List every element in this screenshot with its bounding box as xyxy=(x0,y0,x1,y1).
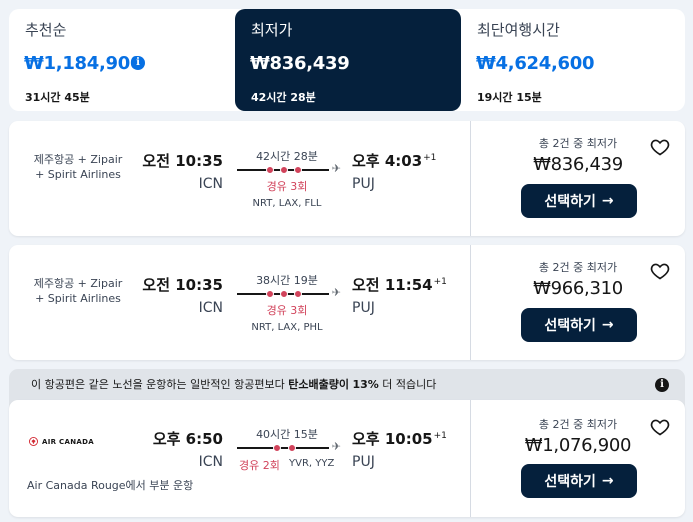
heart-icon[interactable] xyxy=(650,137,670,157)
airline-name: AIR CANADA xyxy=(42,437,94,446)
departure-airport: ICN xyxy=(198,176,223,192)
operated-by-note: Air Canada Rouge에서 부분 운항 xyxy=(27,479,194,492)
flight-result-card[interactable]: 제주항공 + Zipair + Spirit Airlines 오전 10:35… xyxy=(9,121,685,236)
sort-tab-label: 추천순 xyxy=(25,21,67,39)
plane-icon: ✈ xyxy=(331,440,341,453)
flight-result-card[interactable]: 제주항공 + Zipair + Spirit Airlines 오전 10:35… xyxy=(9,245,685,360)
arrival-airport: PUJ xyxy=(352,300,375,316)
stopover-airports: NRT, LAX, FLL xyxy=(252,198,322,209)
sort-tabs: 추천순 ₩1,184,900 i 31시간 45분 최저가 ₩836,439 4… xyxy=(9,9,685,111)
arrival-airport: PUJ xyxy=(352,176,375,192)
departure-time: 오전 10:35 xyxy=(142,276,223,294)
info-icon[interactable]: i xyxy=(131,56,145,70)
eco-text-after: 더 적습니다 xyxy=(378,378,437,391)
arrival-airport: PUJ xyxy=(352,454,375,470)
stops-count: 경유 3회 xyxy=(266,304,308,317)
select-button-label: 선택하기 xyxy=(544,194,596,210)
select-button-label: 선택하기 xyxy=(544,474,596,490)
arrival-time: 오후 4:03+1 xyxy=(352,150,436,171)
route-line: ✈ xyxy=(237,286,341,299)
arrow-right-icon: → xyxy=(601,317,614,333)
arrival-time-text: 오후 4:03 xyxy=(352,152,423,170)
departure-airport: ICN xyxy=(198,300,223,316)
stopover-airports: NRT, LAX, PHL xyxy=(251,322,323,333)
arrival-day-offset: +1 xyxy=(433,277,447,287)
arrival-time-text: 오후 10:05 xyxy=(352,430,433,448)
departure-airport: ICN xyxy=(198,454,223,470)
stop-dot xyxy=(280,166,289,174)
arrival-time: 오후 10:05+1 xyxy=(352,428,447,449)
flight-duration: 40시간 15분 xyxy=(256,428,318,441)
eco-banner-text: 이 항공편은 같은 노선을 운항하는 일반적인 항공편보다 탄소배출량이 13%… xyxy=(31,376,436,392)
select-button[interactable]: 선택하기 → xyxy=(521,308,637,342)
eco-text-before: 이 항공편은 같은 노선을 운항하는 일반적인 항공편보다 xyxy=(31,378,289,391)
maple-leaf-icon xyxy=(29,437,38,446)
arrow-right-icon: → xyxy=(601,193,614,209)
airline-names: 제주항공 + Zipair + Spirit Airlines xyxy=(27,271,129,305)
stop-dot xyxy=(266,166,275,174)
arrival-day-offset: +1 xyxy=(423,153,437,163)
arrival-time-text: 오전 11:54 xyxy=(352,276,433,294)
arrow-right-icon: → xyxy=(601,473,614,489)
select-button[interactable]: 선택하기 → xyxy=(521,184,637,218)
eco-percent: 13% xyxy=(352,378,379,391)
airline-names: 제주항공 + Zipair + Spirit Airlines xyxy=(27,147,129,181)
airline-name-line: + Spirit Airlines xyxy=(35,168,121,181)
stopover-airports: YVR, YYZ xyxy=(289,458,335,469)
stop-dot xyxy=(266,290,275,298)
heart-icon[interactable] xyxy=(650,417,670,437)
flight-duration: 38시간 19분 xyxy=(256,274,318,287)
sort-tab-label: 최단여행시간 xyxy=(477,21,560,39)
departure-time: 오후 6:50 xyxy=(152,430,223,448)
route-line: ✈ xyxy=(237,162,341,175)
select-button-label: 선택하기 xyxy=(544,318,596,334)
departure-time: 오전 10:35 xyxy=(142,152,223,170)
info-icon[interactable]: i xyxy=(655,378,669,392)
plane-icon: ✈ xyxy=(331,286,341,299)
select-button[interactable]: 선택하기 → xyxy=(521,464,637,498)
arrival-time: 오전 11:54+1 xyxy=(352,274,447,295)
arrival-day-offset: +1 xyxy=(433,431,447,441)
sort-tab-recommended[interactable]: 추천순 ₩1,184,900 i 31시간 45분 xyxy=(9,9,235,111)
sort-tab-label: 최저가 xyxy=(251,21,293,39)
stops-count: 경유 2회 xyxy=(239,459,280,472)
heart-icon[interactable] xyxy=(650,261,670,281)
flight-duration: 42시간 28분 xyxy=(256,150,318,163)
route-line: ✈ xyxy=(237,440,341,453)
sort-tab-cheapest[interactable]: 최저가 ₩836,439 42시간 28분 xyxy=(235,9,461,111)
flight-result-card[interactable]: AIR CANADA Air Canada Rouge에서 부분 운항 오후 6… xyxy=(9,400,685,517)
sort-tab-duration: 31시간 45분 xyxy=(25,91,90,104)
plane-icon: ✈ xyxy=(331,162,341,175)
stop-dot xyxy=(272,444,281,452)
eco-highlight: 탄소배출량이 xyxy=(288,378,349,391)
stop-dot xyxy=(287,444,296,452)
stops-count: 경유 3회 xyxy=(266,180,308,193)
sort-tab-price: ₩4,624,600 xyxy=(476,53,595,74)
stop-dot xyxy=(280,290,289,298)
sort-tab-price: ₩836,439 xyxy=(250,53,350,74)
stop-dot xyxy=(293,290,302,298)
stop-dot xyxy=(293,166,302,174)
price: ₩836,439 xyxy=(533,154,623,175)
price: ₩966,310 xyxy=(533,278,623,299)
sort-tab-duration: 42시간 28분 xyxy=(251,91,316,104)
sort-tab-duration: 19시간 15분 xyxy=(477,91,542,104)
sort-tab-fastest[interactable]: 최단여행시간 ₩4,624,600 19시간 15분 xyxy=(461,9,685,111)
airline-name-line: + Spirit Airlines xyxy=(35,292,121,305)
sort-tab-price: ₩1,184,900 xyxy=(24,53,143,74)
air-canada-logo: AIR CANADA xyxy=(29,437,94,446)
price: ₩1,076,900 xyxy=(524,435,632,456)
